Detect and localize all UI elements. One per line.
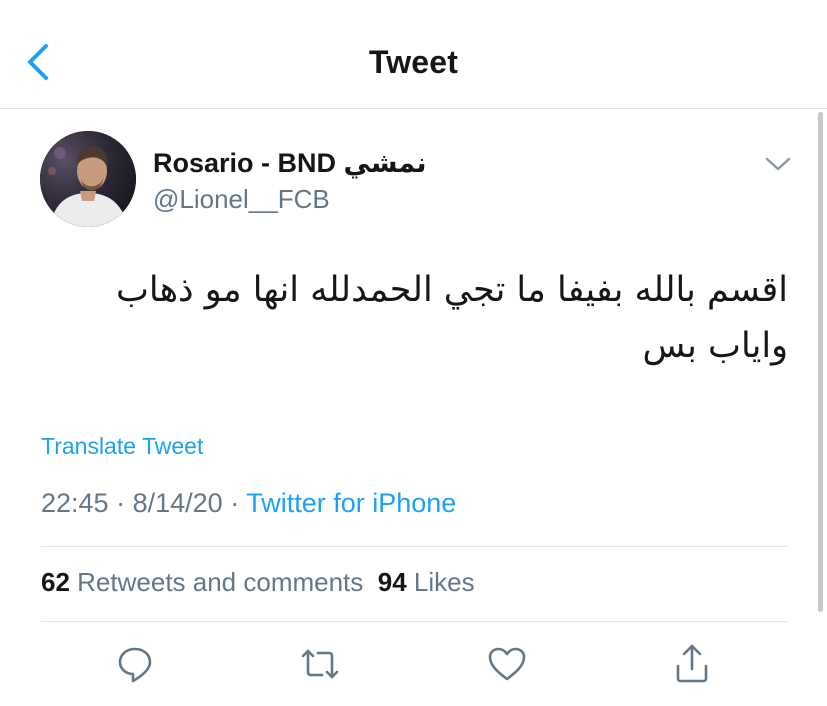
tweet-detail-screen: Tweet Rosario - BND نمشي @Lionel__FCB اق…: [0, 0, 827, 706]
reply-button[interactable]: [113, 642, 157, 686]
divider: [41, 546, 787, 547]
share-icon: [676, 644, 708, 683]
likes-label: Likes: [413, 567, 475, 597]
tweet-stats: 62 Retweets and comments 94 Likes: [41, 567, 475, 598]
tweet-date: 8/14/20: [132, 488, 223, 518]
separator: ·: [116, 488, 126, 518]
user-handle[interactable]: @Lionel__FCB: [153, 184, 330, 215]
retweets-count: 62: [41, 567, 70, 597]
avatar-photo: [40, 131, 136, 227]
divider: [41, 621, 787, 622]
reply-icon: [118, 647, 152, 683]
navigation-header: Tweet: [0, 0, 827, 109]
like-icon: [488, 647, 526, 681]
scrollbar[interactable]: [818, 112, 823, 612]
retweet-icon: [301, 649, 339, 679]
likes-count: 94: [377, 567, 407, 597]
retweet-button[interactable]: [298, 642, 342, 686]
tweet-time: 22:45: [41, 488, 109, 518]
tweet-source-link[interactable]: Twitter for iPhone: [246, 488, 456, 518]
like-button[interactable]: [485, 642, 529, 686]
translate-tweet-link[interactable]: Translate Tweet: [41, 433, 203, 460]
share-button[interactable]: [670, 642, 714, 686]
chevron-down-icon: [765, 157, 791, 171]
separator: ·: [230, 488, 240, 518]
tweet-options-button[interactable]: [762, 152, 794, 176]
display-name[interactable]: Rosario - BND نمشي: [153, 148, 427, 179]
tweet-metadata: 22:45 · 8/14/20 · Twitter for iPhone: [41, 488, 456, 519]
avatar[interactable]: [40, 131, 136, 227]
retweets-label: Retweets and comments: [77, 567, 364, 597]
page-title: Tweet: [368, 44, 459, 80]
tweet-text: اقسم بالله بفيفا ما تجي الحمدلله انها مو…: [115, 270, 788, 366]
likes-stat[interactable]: 94 Likes: [378, 567, 475, 597]
retweets-stat[interactable]: 62 Retweets and comments: [41, 567, 363, 597]
